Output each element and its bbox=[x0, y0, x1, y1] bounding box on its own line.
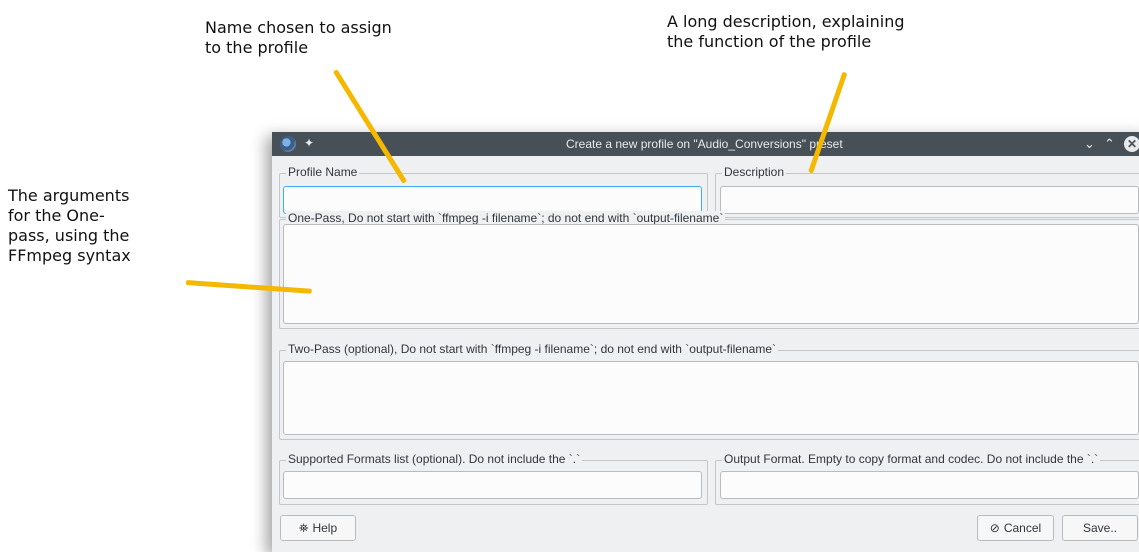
cancel-button[interactable]: ⊘ Cancel bbox=[977, 515, 1054, 541]
cancel-button-label: Cancel bbox=[1003, 521, 1042, 535]
two-pass-label: Two-Pass (optional), Do not start with `… bbox=[286, 342, 778, 356]
help-button[interactable]: ⛯ Help bbox=[280, 515, 356, 541]
help-icon: ⛯ bbox=[298, 520, 309, 535]
app-icon[interactable] bbox=[280, 136, 296, 152]
profile-name-label: Profile Name bbox=[286, 165, 360, 179]
description-label: Description bbox=[722, 165, 787, 179]
save-button[interactable]: Save.. bbox=[1062, 515, 1138, 541]
supported-formats-label: Supported Formats list (optional). Do no… bbox=[286, 452, 583, 466]
description-input[interactable] bbox=[720, 186, 1139, 214]
title-bar: ✦ Create a new profile on "Audio_Convers… bbox=[272, 132, 1139, 156]
output-format-label: Output Format. Empty to copy format and … bbox=[722, 452, 1101, 466]
profile-name-input[interactable] bbox=[283, 186, 702, 214]
two-pass-textarea[interactable] bbox=[283, 361, 1139, 435]
dialog-title: Create a new profile on "Audio_Conversio… bbox=[566, 137, 843, 151]
pin-icon[interactable]: ✦ bbox=[304, 136, 314, 150]
maximize-icon[interactable]: ⌃ bbox=[1104, 136, 1115, 152]
help-button-label: Help bbox=[312, 521, 338, 535]
annotation-description: A long description, explaining the funct… bbox=[667, 12, 905, 51]
minimize-icon[interactable]: ⌄ bbox=[1084, 136, 1095, 152]
annotation-profile-name: Name chosen to assign to the profile bbox=[205, 18, 392, 57]
one-pass-label: One-Pass, Do not start with `ffmpeg -i f… bbox=[286, 211, 726, 225]
annotation-arguments: The arguments for the One- pass, using t… bbox=[8, 186, 131, 265]
supported-formats-input[interactable] bbox=[283, 471, 702, 499]
close-icon[interactable]: ✕ bbox=[1124, 136, 1139, 152]
save-button-label: Save.. bbox=[1082, 521, 1118, 535]
cancel-icon: ⊘ bbox=[989, 521, 1000, 535]
one-pass-textarea[interactable] bbox=[283, 224, 1139, 324]
output-format-input[interactable] bbox=[720, 471, 1139, 499]
create-profile-dialog: ✦ Create a new profile on "Audio_Convers… bbox=[272, 132, 1139, 552]
